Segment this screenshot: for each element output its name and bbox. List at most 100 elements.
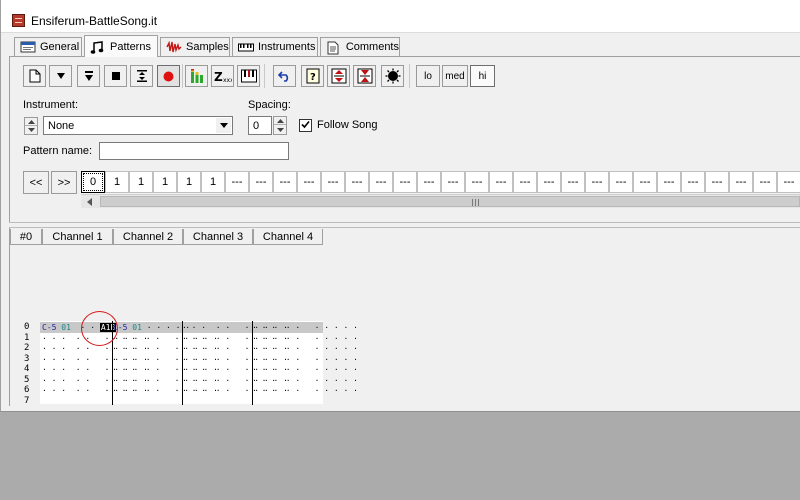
order-cell[interactable]: --- xyxy=(441,171,465,193)
level-med-button[interactable]: med xyxy=(442,65,468,87)
record-icon xyxy=(163,71,174,82)
new-pattern-button[interactable] xyxy=(23,65,46,87)
chevron-down-icon[interactable] xyxy=(216,118,231,133)
spin-down-icon[interactable] xyxy=(25,126,37,134)
channel-header-1[interactable]: Channel 1 xyxy=(42,229,113,245)
order-cell[interactable]: 1 xyxy=(201,171,225,193)
pattern-cell[interactable]: · · · · · · · · · · xyxy=(252,364,358,375)
spacing-value: 0 xyxy=(253,119,260,132)
order-cell[interactable]: --- xyxy=(705,171,729,193)
properties-icon: ? xyxy=(306,68,320,84)
tab-label: Patterns xyxy=(110,40,151,53)
new-pattern-icon xyxy=(29,69,41,83)
order-cell[interactable]: --- xyxy=(489,171,513,193)
tab-samples[interactable]: Samples xyxy=(160,37,230,56)
order-cell[interactable]: --- xyxy=(417,171,441,193)
keyboard-button[interactable] xyxy=(237,65,260,87)
next-order-button[interactable]: >> xyxy=(51,171,77,194)
app-window: Ensiferum-BattleSong.it General Patterns… xyxy=(0,0,800,412)
toolbar-separator xyxy=(409,64,410,88)
order-cell[interactable]: --- xyxy=(681,171,705,193)
scrollbar-thumb[interactable] xyxy=(100,196,800,207)
order-cell[interactable]: --- xyxy=(249,171,273,193)
checkmark-icon xyxy=(301,120,310,132)
channel-header-3[interactable]: Channel 3 xyxy=(183,229,253,245)
order-cell[interactable]: --- xyxy=(225,171,249,193)
order-cell[interactable]: --- xyxy=(561,171,585,193)
note[interactable]: C-5 xyxy=(42,323,56,332)
level-hi-button[interactable]: hi xyxy=(470,65,495,87)
piano-icon xyxy=(238,41,254,53)
properties-button[interactable]: ? xyxy=(301,65,324,87)
tab-instruments[interactable]: Instruments xyxy=(232,37,318,56)
order-cell[interactable]: --- xyxy=(633,171,657,193)
tab-patterns[interactable]: Patterns xyxy=(84,35,158,57)
order-cell[interactable]: 1 xyxy=(153,171,177,193)
instrument[interactable]: 01 xyxy=(61,323,71,332)
instrument[interactable]: 01 xyxy=(132,323,142,332)
order-cell[interactable]: 1 xyxy=(105,171,129,193)
sample-icon xyxy=(385,68,401,84)
order-cell[interactable]: --- xyxy=(321,171,345,193)
spin-down-icon[interactable] xyxy=(274,126,286,134)
order-cell[interactable]: --- xyxy=(753,171,777,193)
scroll-left-icon[interactable] xyxy=(87,197,92,209)
order-cell[interactable]: 1 xyxy=(129,171,153,193)
pattern-name-input[interactable] xyxy=(99,142,289,160)
play-from-start-button[interactable] xyxy=(77,65,100,87)
instrument-select[interactable]: None xyxy=(43,116,233,135)
waveform-icon xyxy=(166,40,182,53)
spacing-input[interactable]: 0 xyxy=(248,116,272,135)
order-cell[interactable]: --- xyxy=(465,171,489,193)
spin-up-icon[interactable] xyxy=(25,118,37,126)
tab-general[interactable]: General xyxy=(14,37,82,56)
pattern-name-label: Pattern name: xyxy=(23,145,93,157)
prev-order-button[interactable]: << xyxy=(23,171,49,194)
play-row-button[interactable] xyxy=(130,65,153,87)
shrink-pattern-button[interactable] xyxy=(353,65,376,87)
order-cell[interactable]: --- xyxy=(513,171,537,193)
order-cell[interactable]: --- xyxy=(273,171,297,193)
record-button[interactable] xyxy=(157,65,180,87)
vu-meter-button[interactable] xyxy=(185,65,208,87)
zoom-text-button[interactable]: Zxxx xyxy=(211,65,234,87)
spin-up-icon[interactable] xyxy=(274,117,286,125)
app-icon xyxy=(12,14,25,27)
window-title: Ensiferum-BattleSong.it xyxy=(31,14,158,28)
undo-button[interactable] xyxy=(273,65,296,87)
tab-label: Samples xyxy=(186,41,229,53)
channel-header-2[interactable]: Channel 2 xyxy=(113,229,183,245)
order-scrollbar[interactable] xyxy=(81,194,800,208)
keyboard-icon xyxy=(240,69,257,83)
level-lo-button[interactable]: lo xyxy=(416,65,440,87)
document-icon xyxy=(326,41,342,55)
expand-icon xyxy=(331,68,347,84)
order-cell[interactable]: --- xyxy=(777,171,800,193)
order-cell[interactable]: 1 xyxy=(177,171,201,193)
order-cell[interactable]: --- xyxy=(369,171,393,193)
order-cell[interactable]: --- xyxy=(729,171,753,193)
play-pattern-button[interactable] xyxy=(49,65,72,87)
instrument-spin[interactable] xyxy=(24,117,38,135)
general-icon xyxy=(20,41,36,53)
pattern-cell[interactable]: · · · · · · · · · · xyxy=(252,385,358,396)
pattern-cell[interactable]: · · · · · · · · · · xyxy=(252,343,358,354)
pattern-cell[interactable]: · · · · · · · · · · xyxy=(252,322,358,333)
follow-song-checkbox[interactable] xyxy=(299,119,312,132)
channel-header-4[interactable]: Channel 4 xyxy=(253,229,323,245)
tab-comments[interactable]: Comments xyxy=(320,37,400,56)
tab-label: Comments xyxy=(345,41,399,53)
order-cell[interactable]: --- xyxy=(393,171,417,193)
expand-pattern-button[interactable] xyxy=(327,65,350,87)
spacing-spin[interactable] xyxy=(273,116,287,135)
sample-button[interactable] xyxy=(381,65,404,87)
order-cell[interactable]: --- xyxy=(585,171,609,193)
order-cell[interactable]: --- xyxy=(537,171,561,193)
order-cell[interactable]: --- xyxy=(297,171,321,193)
order-cell[interactable]: --- xyxy=(657,171,681,193)
order-cell[interactable]: --- xyxy=(609,171,633,193)
stop-button[interactable] xyxy=(104,65,127,87)
row-number: 6 xyxy=(15,385,40,396)
order-cell[interactable]: --- xyxy=(345,171,369,193)
order-cell[interactable]: 0 xyxy=(81,171,105,193)
